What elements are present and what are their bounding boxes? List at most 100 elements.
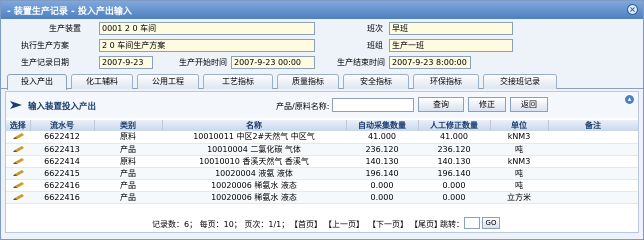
panel-toolbar: 输入装置投入产出 产品/原料名称: 查询 修正 返回 ▴ xyxy=(6,92,638,118)
group-field[interactable]: 生产一班 xyxy=(389,39,513,52)
name-cell: 10010010 香溪天然气 香溪气 xyxy=(162,155,346,168)
col-name[interactable]: 名称 xyxy=(162,120,347,131)
panel-title: 输入装置投入产出 xyxy=(28,102,97,112)
jump-label: 跳转： xyxy=(440,220,464,229)
pencil-edit-icon[interactable] xyxy=(12,157,24,165)
arrow-right-icon xyxy=(10,101,22,109)
close-icon[interactable]: × xyxy=(627,4,638,15)
tab-chemical-materials[interactable]: 化工辅料 xyxy=(71,74,133,89)
auto-qty-cell: 0.000 xyxy=(346,179,418,192)
back-button[interactable]: 返回 xyxy=(510,97,548,112)
record-count-info: 记录数：6； 每页：10； 页次：1/1； xyxy=(152,220,290,229)
product-search-input[interactable] xyxy=(332,98,414,112)
go-button[interactable]: GO xyxy=(482,217,500,229)
name-cell: 10010011 中区2#天然气 中区气 xyxy=(162,131,346,144)
record-date-field[interactable]: 2007-9-23 xyxy=(99,56,153,69)
title-bar: - 装置生产记录 - 投入产出输入 × xyxy=(1,1,643,19)
pencil-edit-icon[interactable] xyxy=(12,145,24,153)
remark-cell xyxy=(548,191,638,204)
col-unit[interactable]: 单位 xyxy=(490,120,549,131)
tab-safety-indicators[interactable]: 安全指标 xyxy=(343,74,409,89)
table-row[interactable]: 6622416 产品 10020006 稀氨水 液态 0.000 0.000 吨 xyxy=(6,179,638,192)
serial-cell: 6622416 xyxy=(30,179,94,192)
auto-qty-cell: 41.000 xyxy=(346,131,418,144)
category-cell: 产品 xyxy=(94,191,162,204)
select-cell[interactable] xyxy=(6,179,30,192)
first-page-link[interactable]: 【首页】 xyxy=(290,219,322,230)
auto-qty-cell: 0.000 xyxy=(346,191,418,204)
device-label: 生产装置 xyxy=(49,24,81,33)
manual-qty-cell: 0.000 xyxy=(418,179,490,192)
window-title: - 装置生产记录 - 投入产出输入 xyxy=(7,7,132,17)
input-output-table: 选择 流水号 类别 名称 自动采集数量 人工修正数量 单位 备注 6622412… xyxy=(6,120,639,204)
select-cell[interactable] xyxy=(6,143,30,156)
start-time-label: 生产开始时间 xyxy=(179,58,227,67)
end-time-field[interactable]: 2007-9-23 8:00:00 xyxy=(389,56,471,69)
remark-cell xyxy=(548,131,638,144)
col-select: 选择 xyxy=(6,120,31,131)
pencil-edit-icon[interactable] xyxy=(12,169,24,177)
collapse-icon[interactable]: ▴ xyxy=(625,95,634,104)
serial-cell: 6622413 xyxy=(30,143,94,156)
table-row[interactable]: 6622416 产品 10020006 稀氨水 液态 0.000 0.000 立… xyxy=(6,191,638,204)
category-cell: 产品 xyxy=(94,167,162,180)
col-manual-qty[interactable]: 人工修正数量 xyxy=(418,120,491,131)
name-cell: 10020006 稀氨水 液态 xyxy=(162,191,346,204)
last-page-link[interactable]: 【尾页】 xyxy=(410,219,442,230)
serial-cell: 6622412 xyxy=(30,131,94,144)
col-remark[interactable]: 备注 xyxy=(548,120,639,131)
unit-cell: kNM3 xyxy=(490,131,548,144)
tab-shift-handover[interactable]: 交接班记录 xyxy=(483,74,557,89)
col-serial[interactable]: 流水号 xyxy=(30,120,95,131)
search-label: 产品/原料名称: xyxy=(276,102,330,111)
next-page-link[interactable]: 【下一页】 xyxy=(368,219,408,230)
remark-cell xyxy=(548,179,638,192)
device-field[interactable]: 0001 2 0 车间 xyxy=(99,22,315,35)
query-button[interactable]: 查询 xyxy=(418,97,464,112)
serial-cell: 6622414 xyxy=(30,155,94,168)
pencil-edit-icon[interactable] xyxy=(12,181,24,189)
team-label: 班次 xyxy=(367,24,383,33)
jump-page-input[interactable] xyxy=(464,217,480,229)
auto-qty-cell: 196.140 xyxy=(346,167,418,180)
name-cell: 10020004 液氨 液体 xyxy=(162,167,346,180)
manual-qty-cell: 0.000 xyxy=(418,191,490,204)
production-record-window: - 装置生产记录 - 投入产出输入 × 生产装置 0001 2 0 车间 班次 … xyxy=(0,0,644,240)
pagination-bar: 记录数：6； 每页：10； 页次：1/1； 【首页】 【上一页】 【下一页】 【… xyxy=(6,216,638,232)
tab-environment-indicators[interactable]: 环保指标 xyxy=(413,74,479,89)
team-field[interactable]: 早班 xyxy=(389,22,513,35)
table-row[interactable]: 6622412 原料 10010011 中区2#天然气 中区气 41.000 4… xyxy=(6,131,638,144)
table-row[interactable]: 6622414 原料 10010010 香溪天然气 香溪气 140.130 14… xyxy=(6,155,638,168)
col-category[interactable]: 类别 xyxy=(94,120,163,131)
pencil-edit-icon[interactable] xyxy=(12,193,24,201)
pencil-edit-icon[interactable] xyxy=(12,133,24,140)
start-time-field[interactable]: 2007-9-23 00:00 xyxy=(231,56,315,69)
auto-qty-cell: 236.120 xyxy=(346,143,418,156)
remark-cell xyxy=(548,143,638,156)
manual-qty-cell: 236.120 xyxy=(418,143,490,156)
plan-field[interactable]: 2 0 车间生产方案 xyxy=(99,39,315,52)
name-cell: 10020006 稀氨水 液态 xyxy=(162,179,346,192)
serial-cell: 6622416 xyxy=(30,191,94,204)
select-cell[interactable] xyxy=(6,191,30,204)
select-cell[interactable] xyxy=(6,155,30,168)
end-time-label: 生产结束时间 xyxy=(337,58,385,67)
tab-input-output[interactable]: 投入产出 xyxy=(7,74,67,90)
category-cell: 产品 xyxy=(94,143,162,156)
select-cell[interactable] xyxy=(6,131,30,144)
manual-qty-cell: 196.140 xyxy=(418,167,490,180)
unit-cell: 吨 xyxy=(490,179,548,192)
table-row[interactable]: 6622413 产品 10010004 二氯化碳 气体 236.120 236.… xyxy=(6,143,638,156)
tab-process-indicators[interactable]: 工艺指标 xyxy=(203,74,273,89)
unit-cell: 吨 xyxy=(490,167,548,180)
tab-utilities[interactable]: 公用工程 xyxy=(137,74,199,89)
category-cell: 原料 xyxy=(94,155,162,168)
table-header-row: 选择 流水号 类别 名称 自动采集数量 人工修正数量 单位 备注 xyxy=(6,120,639,131)
edit-button[interactable]: 修正 xyxy=(468,97,506,112)
select-cell[interactable] xyxy=(6,167,30,180)
input-output-panel: 输入装置投入产出 产品/原料名称: 查询 修正 返回 ▴ 选择 流水号 类别 名… xyxy=(5,91,639,233)
tab-quality-indicators[interactable]: 质量指标 xyxy=(277,74,339,89)
prev-page-link[interactable]: 【上一页】 xyxy=(324,219,364,230)
table-row[interactable]: 6622415 产品 10020004 液氨 液体 196.140 196.14… xyxy=(6,167,638,180)
col-auto-qty[interactable]: 自动采集数量 xyxy=(346,120,419,131)
